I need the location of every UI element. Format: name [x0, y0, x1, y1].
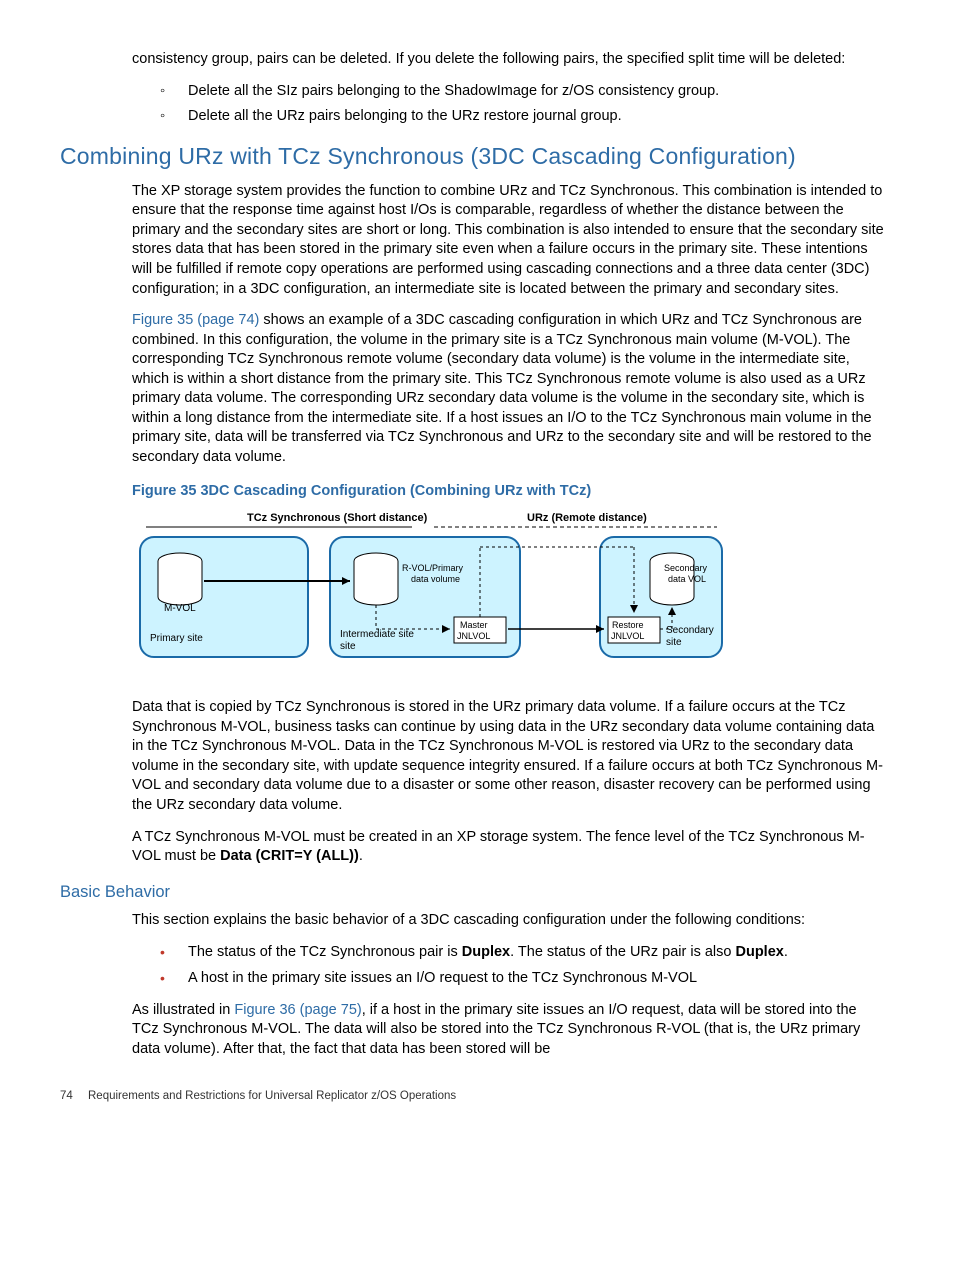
figure-caption: Figure 35 3DC Cascading Configuration (C…	[132, 482, 884, 502]
bullet-icon: •	[160, 969, 188, 989]
intro-para: consistency group, pairs can be deleted.…	[132, 50, 884, 70]
bold-text: Data (CRIT=Y (ALL))	[220, 848, 359, 864]
figure-link[interactable]: Figure 35 (page 74)	[132, 312, 259, 328]
body-text: shows an example of a 3DC cascading conf…	[132, 312, 872, 465]
body-para: This section explains the basic behavior…	[132, 911, 884, 931]
svg-text:JNLVOL: JNLVOL	[457, 631, 490, 641]
body-para: As illustrated in Figure 36 (page 75), i…	[132, 1001, 884, 1060]
section-heading: Combining URz with TCz Synchronous (3DC …	[60, 141, 894, 172]
subsection-heading: Basic Behavior	[60, 881, 894, 903]
bullet-list: • The status of the TCz Synchronous pair…	[160, 943, 894, 989]
urz-label: URz (Remote distance)	[527, 512, 647, 524]
ring-bullet-icon: ◦	[160, 107, 188, 127]
svg-text:Restore: Restore	[612, 620, 644, 630]
list-item: A host in the primary site issues an I/O…	[188, 969, 894, 989]
body-para: Figure 35 (page 74) shows an example of …	[132, 311, 884, 468]
page-number: 74	[60, 1089, 88, 1105]
intro-sublist: ◦Delete all the SIz pairs belonging to t…	[160, 82, 894, 127]
figure-35-diagram: TCz Synchronous (Short distance) URz (Re…	[132, 509, 732, 684]
tcz-label: TCz Synchronous (Short distance)	[247, 512, 428, 524]
rvol-label: R-VOL/Primary	[402, 563, 464, 573]
footer-title: Requirements and Restrictions for Univer…	[88, 1089, 456, 1105]
page-footer: 74 Requirements and Restrictions for Uni…	[60, 1089, 894, 1105]
svg-text:data volume: data volume	[411, 574, 460, 584]
body-para: The XP storage system provides the funct…	[132, 182, 884, 299]
primary-site-label: Primary site	[150, 633, 203, 644]
figure-link[interactable]: Figure 36 (page 75)	[234, 1002, 361, 1018]
svg-text:JNLVOL: JNLVOL	[611, 631, 644, 641]
svg-text:Secondary: Secondary	[664, 563, 708, 573]
bullet-icon: •	[160, 943, 188, 963]
mvol-label: M-VOL	[164, 603, 196, 614]
svg-text:data VOL: data VOL	[668, 574, 706, 584]
svg-text:site: site	[666, 637, 682, 648]
svg-text:Master: Master	[460, 620, 488, 630]
body-text: .	[359, 848, 363, 864]
sublist-item: Delete all the URz pairs belonging to th…	[188, 107, 894, 127]
body-text: As illustrated in	[132, 1002, 234, 1018]
ring-bullet-icon: ◦	[160, 82, 188, 102]
body-para: A TCz Synchronous M-VOL must be created …	[132, 828, 884, 867]
intermediate-label: Intermediate site	[340, 629, 414, 640]
secondary-site-label: Secondary	[666, 625, 714, 636]
svg-text:site: site	[340, 641, 356, 652]
body-para: Data that is copied by TCz Synchronous i…	[132, 698, 884, 815]
sublist-item: Delete all the SIz pairs belonging to th…	[188, 82, 894, 102]
list-item: The status of the TCz Synchronous pair i…	[188, 943, 894, 963]
